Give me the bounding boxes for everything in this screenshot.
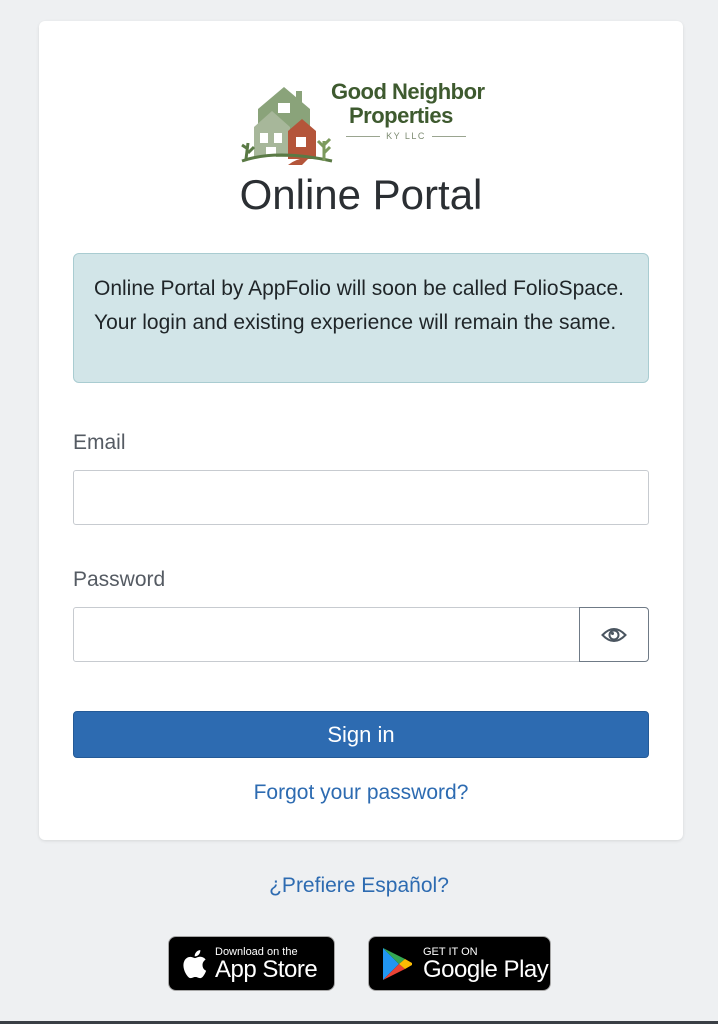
- google-play-big-text: Google Play: [423, 955, 549, 983]
- app-store-badge[interactable]: Download on the App Store: [168, 936, 335, 991]
- google-play-badge[interactable]: GET IT ON Google Play: [368, 936, 551, 991]
- apple-icon: [183, 949, 207, 978]
- forgot-password-link[interactable]: Forgot your password?: [39, 781, 683, 805]
- password-field[interactable]: [73, 607, 580, 662]
- password-label: Password: [73, 568, 166, 591]
- email-label: Email: [73, 431, 126, 454]
- show-password-button[interactable]: [579, 607, 649, 662]
- house-logo-icon: [241, 87, 333, 165]
- app-store-text: Download on the App Store: [215, 946, 318, 983]
- rename-notice: Online Portal by AppFolio will soon be c…: [73, 253, 649, 383]
- app-store-big-text: App Store: [215, 955, 318, 983]
- spanish-language-link[interactable]: ¿Prefiere Español?: [0, 874, 718, 898]
- company-logo: Good Neighbor Properties KY LLC: [236, 69, 486, 169]
- eye-icon: [601, 627, 627, 642]
- logo-divider: [431, 135, 467, 137]
- google-play-text: GET IT ON Google Play: [423, 946, 549, 983]
- email-field[interactable]: [73, 470, 649, 525]
- logo-divider: [346, 135, 381, 137]
- logo-subtitle: KY LLC: [346, 131, 467, 141]
- logo-text-line1: Good Neighbor: [331, 79, 485, 104]
- page-title: Online Portal: [239, 171, 483, 218]
- login-card: Good Neighbor Properties KY LLC Online P…: [39, 21, 683, 840]
- google-play-icon: [383, 947, 412, 980]
- logo-subtitle-text: KY LLC: [386, 131, 426, 141]
- logo-text-line2: Properties: [349, 103, 453, 128]
- sign-in-button[interactable]: Sign in: [73, 711, 649, 758]
